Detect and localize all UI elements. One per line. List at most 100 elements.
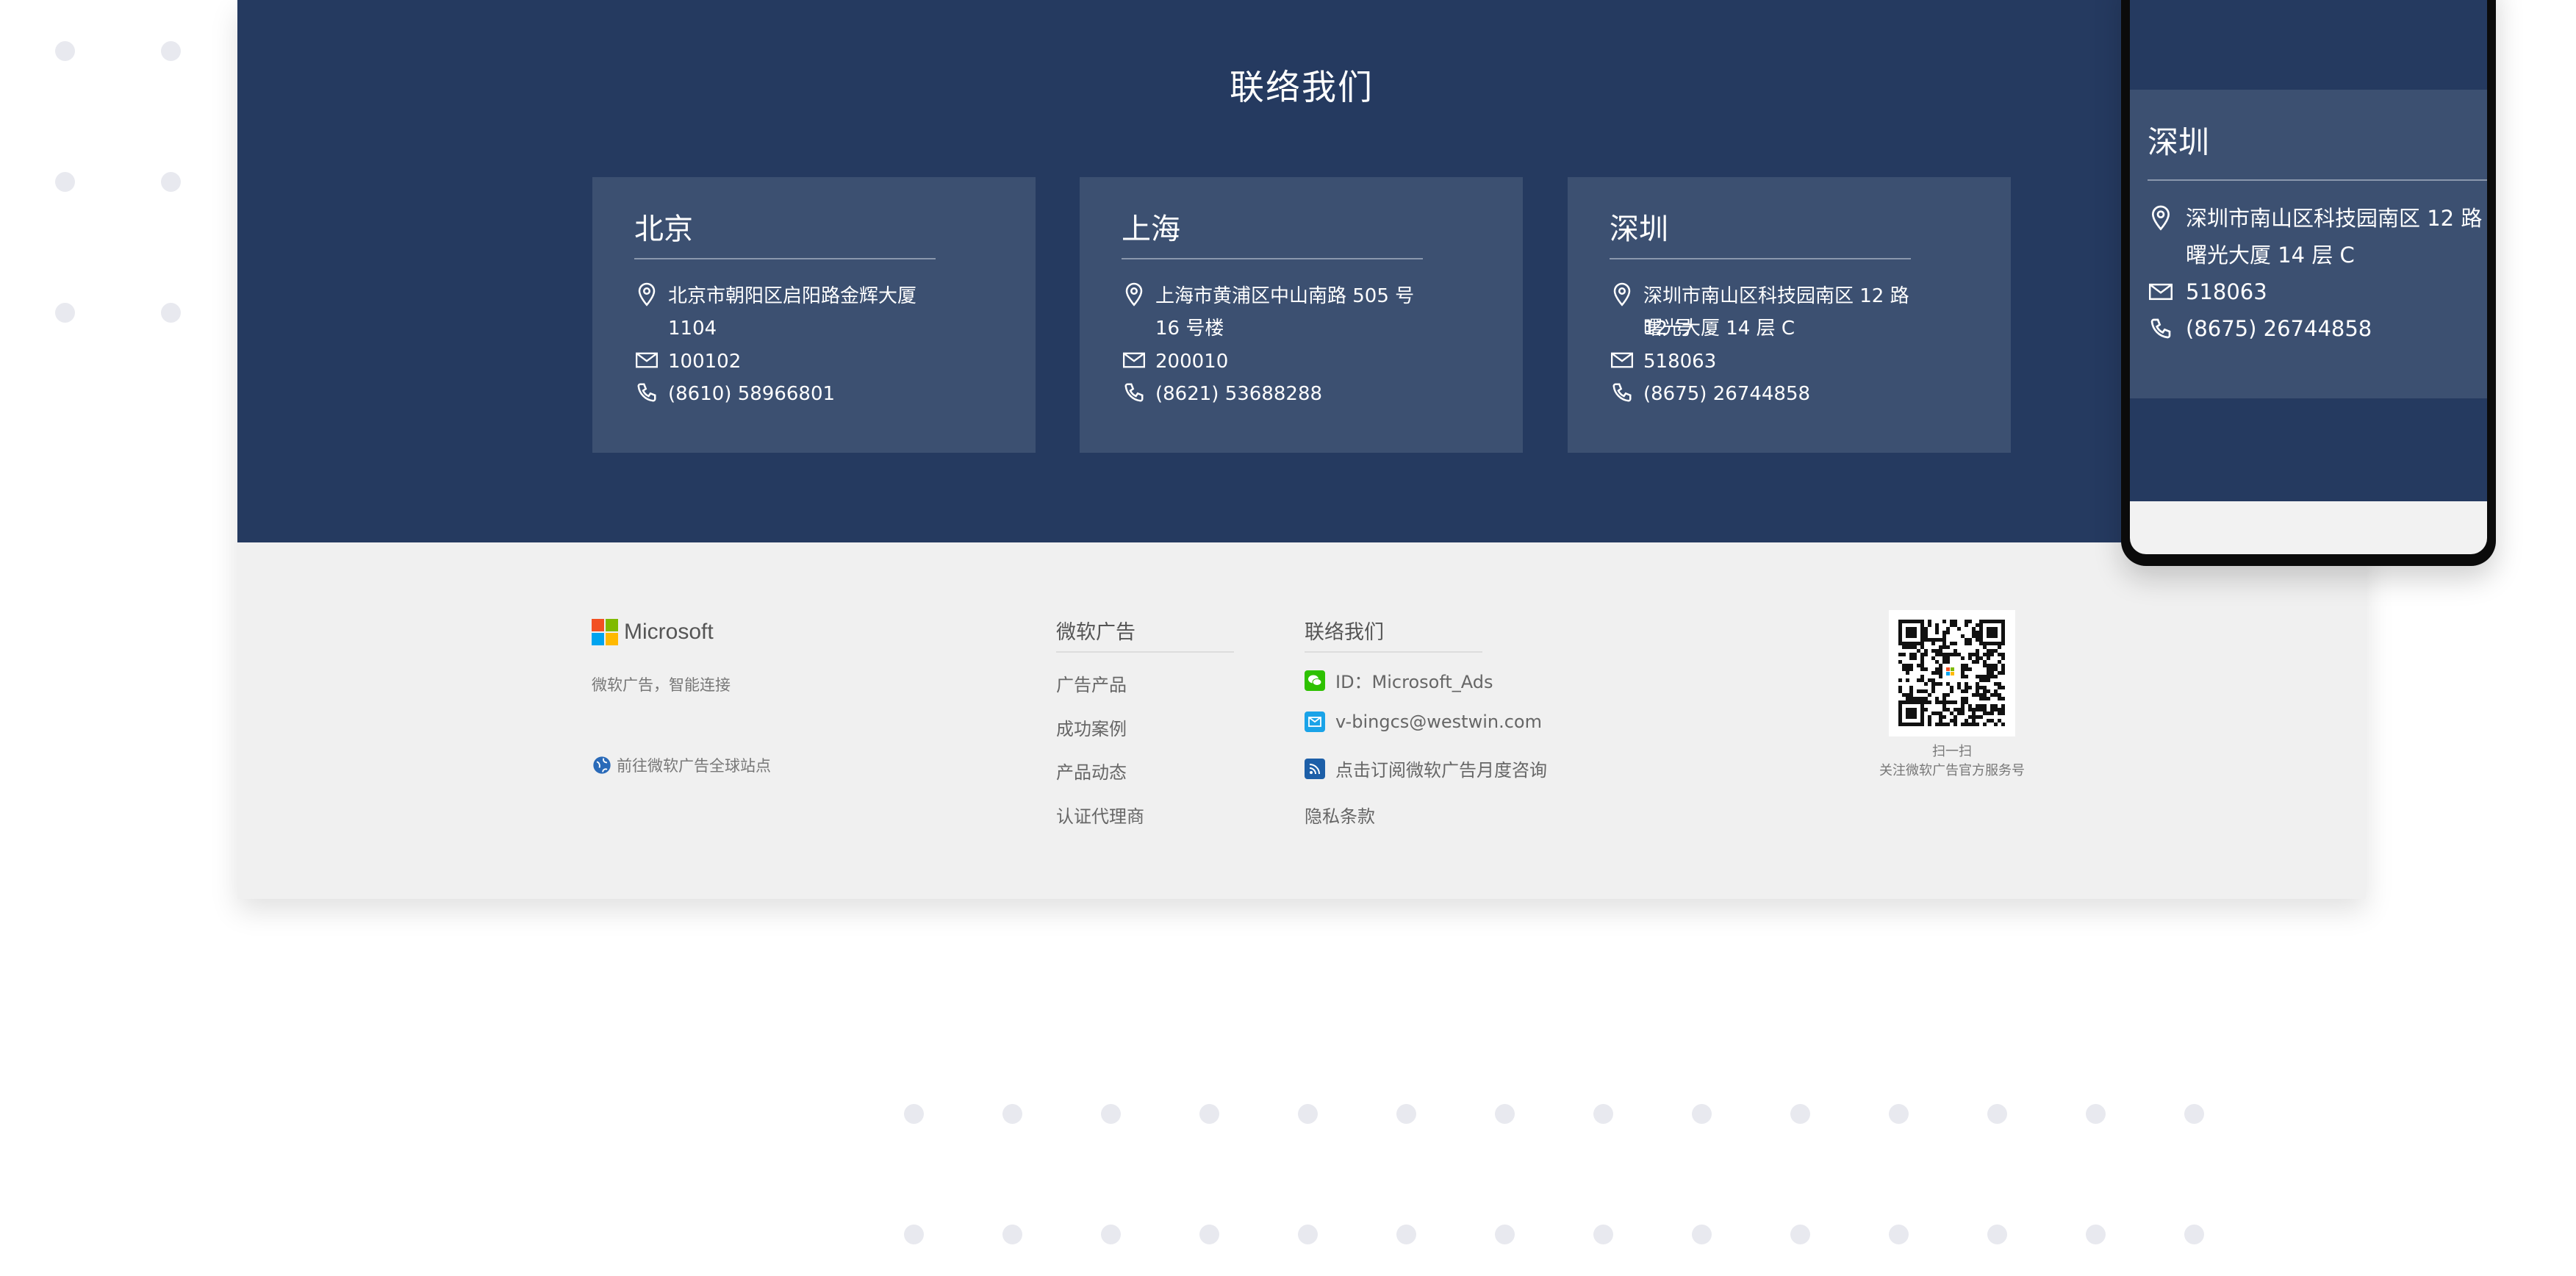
qr-module [1946,682,1950,686]
qr-module [1946,656,1950,660]
qr-center-logo [1946,667,1950,671]
qr-module [1913,642,1917,645]
qr-module [1953,700,1957,704]
contact-section: 联络我们 北京 北京市朝阳区启阳路金辉大厦 1104 100102 (8610)… [237,0,2366,542]
qr-module [1987,620,1990,623]
qr-module [1961,700,1965,704]
decor-dot [1495,1225,1515,1244]
qr-module [1990,649,1994,653]
qr-module [1965,697,1968,700]
qr-module [1935,697,1939,700]
footer-link-ad-products[interactable]: 广告产品 [1056,670,1127,696]
qr-module [1902,642,1906,645]
qr-module [2001,656,2005,660]
qr-module [1917,689,1920,693]
qr-module [1906,678,1909,682]
qr-module [1979,675,1983,678]
qr-module [1994,675,1998,678]
footer-link-success-cases[interactable]: 成功案例 [1056,714,1127,740]
qr-module [1976,623,1979,627]
decor-dot [1593,1225,1613,1244]
decor-dot [55,172,75,192]
qr-module [1898,660,1902,664]
qr-module [1953,642,1957,645]
qr-module [1909,645,1913,649]
office-phone[interactable]: (8621) 53688288 [1155,378,1435,410]
qr-module [1939,649,1942,653]
qr-module [1920,704,1924,708]
qr-module [1909,715,1913,719]
qr-module [1920,623,1924,627]
qr-module [1935,623,1939,627]
qr-module [1939,645,1942,649]
qr-module [1935,682,1939,686]
qr-module [1983,620,1987,623]
qr-module [1942,645,1946,649]
qr-module [1983,689,1987,693]
qr-module [1961,704,1965,708]
qr-module [1950,642,1953,645]
qr-module [1946,631,1950,634]
qr-module [1998,708,2001,712]
qr-module [1898,719,1902,723]
qr-module [1961,723,1965,726]
office-phone[interactable]: (8610) 58966801 [668,378,947,410]
qr-module [1998,719,2001,723]
email-icon [1305,712,1325,732]
qr-module [1913,634,1917,638]
office-city: 深圳 [2148,124,2210,160]
qr-module [1906,634,1909,638]
qr-module [1957,627,1961,631]
qr-module [1976,715,1979,719]
qr-module [1906,631,1909,634]
office-phone[interactable]: (8675) 26744858 [1643,378,1923,410]
qr-module [1979,623,1983,627]
qr-module [1902,693,1906,697]
qr-module [1939,675,1942,678]
qr-module [1976,723,1979,726]
qr-module [1972,712,1976,715]
subscribe-row[interactable]: 点击订阅微软广告月度咨询 [1305,756,1547,781]
global-site-link[interactable]: 前往微软广告全球站点 [592,754,771,776]
office-phone[interactable]: (8675) 26744858 [2186,310,2372,347]
qr-module [2001,642,2005,645]
office-city: 北京 [634,212,693,246]
qr-module [1913,620,1917,623]
qr-module [1942,697,1946,700]
qr-module [1928,715,1931,719]
microsoft-logo[interactable]: Microsoft [592,619,714,645]
qr-module [1935,649,1939,653]
footer-link-product-news[interactable]: 产品动态 [1056,758,1127,784]
qr-module [1990,708,1994,712]
qr-module [1928,620,1931,623]
footer-link-certified-partners[interactable]: 认证代理商 [1056,802,1144,828]
office-address-line2: 曙光大厦 14 层 C [1643,318,1795,340]
qr-module [2001,708,2005,712]
qr-module [1965,700,1968,704]
qr-module [1976,653,1979,656]
qr-module [1939,712,1942,715]
products-column-heading: 微软广告 [1056,621,1135,644]
qr-module [1987,627,1990,631]
qr-module [1998,712,2001,715]
site-footer: Microsoft 微软广告，智能连接 前往微软广告全球站点 微软广告 广告产品… [237,542,2366,899]
qr-module [1920,723,1924,726]
wechat-id-row[interactable]: ID：Microsoft_Ads [1305,667,1493,693]
qr-module [1920,719,1924,723]
qr-module [1920,627,1924,631]
qr-module [1950,700,1953,704]
decor-dot [1495,1104,1515,1124]
qr-module [1961,664,1965,667]
decor-dot [1101,1225,1121,1244]
qr-module [2001,697,2005,700]
qr-module [1909,689,1913,693]
qr-module [1987,675,1990,678]
qr-module [1920,700,1924,704]
email-row[interactable]: v-bingcs@westwin.com [1305,712,1542,732]
qr-module [1898,627,1902,631]
privacy-link[interactable]: 隐私条款 [1305,802,1375,828]
qr-module [1898,723,1902,726]
qr-module [1902,723,1906,726]
qr-module [1906,715,1909,719]
qr-module [1987,649,1990,653]
